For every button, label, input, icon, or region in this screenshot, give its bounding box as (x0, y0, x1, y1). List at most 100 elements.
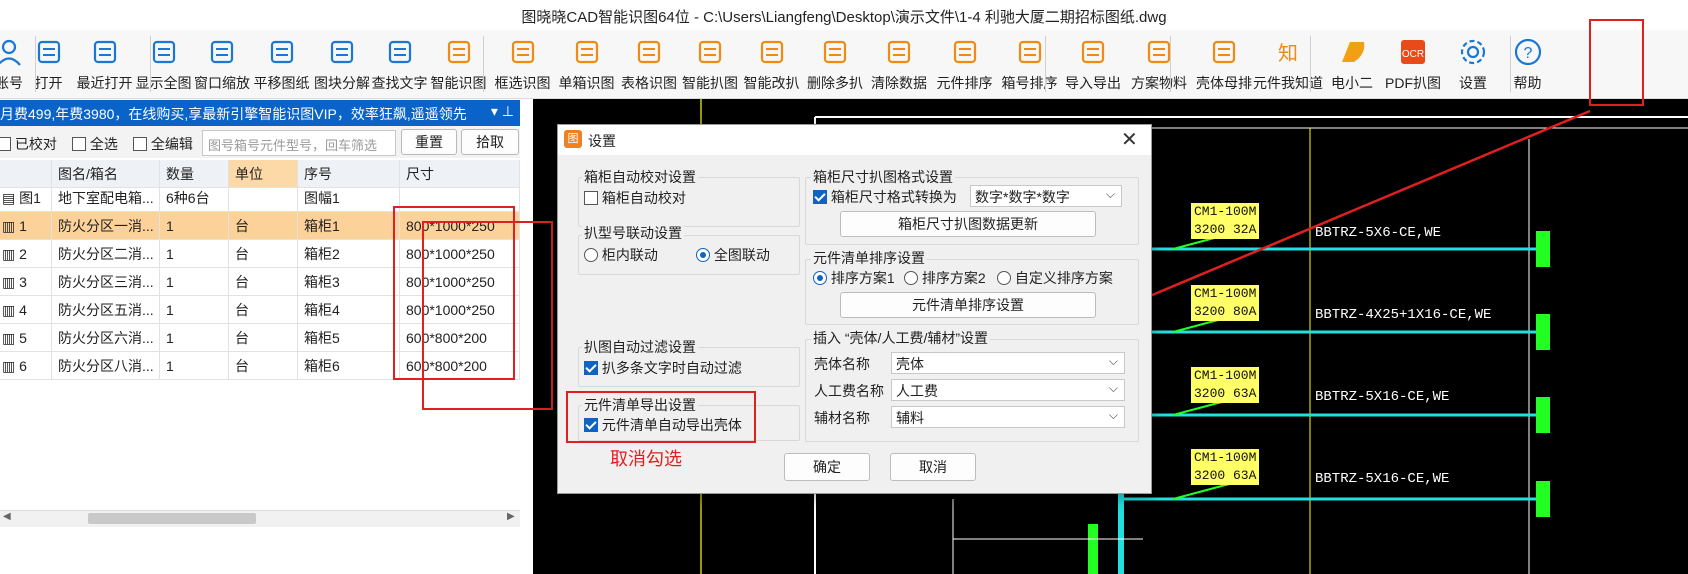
toolbar-button-3[interactable]: 最近打开 (75, 30, 134, 98)
pin-icon[interactable]: ▾ ⊥ (491, 103, 514, 120)
help-icon: ? (1512, 36, 1544, 68)
toolbar-button-13[interactable]: 智能扒图 (680, 30, 740, 98)
breaker-rating: 3200 63A (1194, 468, 1257, 483)
sort-group-title: 元件清单排序设置 (811, 248, 927, 268)
checkbox-checked[interactable] (584, 361, 598, 375)
pick-button[interactable]: 拾取 (461, 129, 519, 155)
toolbar-separator (1045, 36, 1046, 92)
chevron-down-icon: ⌵ (1108, 408, 1118, 422)
link-option-inner[interactable]: 柜内联动 (584, 245, 658, 265)
breaker-label[interactable]: CM1-100M 3200 63A (1191, 367, 1260, 403)
sort-option-2[interactable]: 排序方案2 (904, 268, 986, 288)
dialog-titlebar: 图 设置 ✕ (558, 125, 1151, 155)
settings-dialog: 图 设置 ✕ 箱柜自动校对设置 箱柜自动校对 扒型号联动设置 柜内联动 全图联动… (557, 124, 1152, 494)
breaker-label[interactable]: CM1-100M 3200 63A (1191, 449, 1260, 485)
breaker-label[interactable]: CM1-100M 3200 32A (1191, 203, 1260, 239)
checkbox-checked[interactable] (813, 190, 827, 204)
sort-settings-button[interactable]: 元件清单排序设置 (840, 292, 1096, 318)
toolbar-button-14[interactable]: 智能改扒 (740, 30, 803, 98)
cabinet-icon: ▥ (2, 302, 20, 318)
radio[interactable] (584, 248, 598, 262)
scroll-left-icon[interactable]: ◀ (3, 511, 11, 522)
checked-filter[interactable]: 已校对 (0, 134, 57, 154)
filter-bar: 已校对 全选 全编辑 图号箱号元件型号，回车筛选 重置 拾取 (0, 126, 520, 158)
toolbar-button-12[interactable]: 表格识图 (618, 30, 680, 98)
edit-all-label: 全编辑 (150, 136, 193, 152)
toolbar-button-19[interactable]: 导入导出 (1061, 30, 1125, 98)
select-all-filter[interactable]: 全选 (72, 134, 118, 154)
toolbar-button-25[interactable]: 设置 (1443, 30, 1503, 98)
toolbar-button-24[interactable]: OCR PDF扒图 (1383, 30, 1443, 98)
cabinet-icon: ▥ (2, 358, 20, 374)
aux-name-value: 辅料 (896, 410, 924, 426)
table-cell: 1 (160, 324, 229, 352)
promo-banner[interactable]: 月费499,年费3980，在线购买,享最新引擎智能识图VIP，效率狂飙,遥遥领先… (0, 100, 520, 126)
radio-selected[interactable] (696, 248, 710, 262)
row-number: ▥ 1 (0, 212, 52, 240)
ok-button[interactable]: 确定 (784, 453, 870, 481)
cancel-button[interactable]: 取消 (890, 453, 976, 481)
toolbar-button-7[interactable]: 图块分解 (312, 30, 372, 98)
toolbar-button-4[interactable]: 显示全图 (134, 30, 193, 98)
checkbox[interactable] (584, 191, 598, 205)
toolbar-button-10[interactable]: 框选识图 (490, 30, 555, 98)
toolbar-button-18[interactable]: 箱号排序 (998, 30, 1061, 98)
cable-label[interactable]: BBTRZ-4X25+1X16-CE,WE (1315, 307, 1491, 323)
link-option-all[interactable]: 全图联动 (696, 245, 770, 265)
toolbar-button-23[interactable]: 电小二 (1321, 30, 1383, 98)
toolbar-button-6[interactable]: 平移图纸 (251, 30, 312, 98)
toolbar-button-8[interactable]: 查找文字 (372, 30, 428, 98)
radio-selected[interactable] (813, 271, 827, 285)
breaker-label[interactable]: CM1-100M 3200 80A (1191, 285, 1260, 321)
scroll-thumb[interactable] (88, 513, 256, 524)
breaker-model: CM1-100M (1194, 450, 1257, 465)
reset-button[interactable]: 重置 (401, 129, 457, 155)
checkbox[interactable] (133, 137, 147, 151)
toolbar-button-11[interactable]: 单箱识图 (555, 30, 618, 98)
cable-label[interactable]: BBTRZ-5X6-CE,WE (1315, 225, 1441, 241)
radio[interactable] (997, 271, 1011, 285)
shell-name-select[interactable]: 壳体 ⌵ (891, 352, 1125, 374)
aux-name-select[interactable]: 辅料 ⌵ (891, 406, 1125, 428)
toolbar-button-5[interactable]: 窗口缩放 (193, 30, 251, 98)
size-format-option[interactable]: 箱柜尺寸格式转换为 (813, 187, 957, 207)
toolbar-button-16[interactable]: 清除数据 (867, 30, 931, 98)
table-cell: 地下室配电箱... (52, 184, 160, 212)
row-number: ▥ 5 (0, 324, 52, 352)
toolbar-button-21[interactable]: 壳体母排 (1193, 30, 1255, 98)
sort-option-custom[interactable]: 自定义排序方案 (997, 268, 1113, 288)
cable-label[interactable]: BBTRZ-5X16-CE,WE (1315, 471, 1449, 487)
toolbar-button-17[interactable]: 元件排序 (931, 30, 998, 98)
size-format-group-title: 箱柜尺寸扒图格式设置 (811, 167, 955, 187)
sort-option-1[interactable]: 排序方案1 (813, 268, 895, 288)
pdf-ocr-icon: OCR (1397, 36, 1429, 68)
scroll-right-icon[interactable]: ▶ (507, 511, 515, 522)
checkbox[interactable] (72, 137, 86, 151)
toolbar-button-9[interactable]: 智能识图 (427, 30, 490, 98)
toolbar-button-15[interactable]: 删除多扒 (803, 30, 867, 98)
close-icon[interactable]: ✕ (1121, 127, 1138, 152)
breaker-model: CM1-100M (1194, 286, 1257, 301)
toolbar-button-20[interactable]: 方案物料 (1125, 30, 1193, 98)
horizontal-scrollbar[interactable]: ◀ ▶ (0, 510, 520, 527)
row-number-text: 1 (19, 218, 27, 234)
auto-check-option[interactable]: 箱柜自动校对 (584, 188, 686, 208)
svg-text:知: 知 (1278, 41, 1298, 65)
search-input[interactable]: 图号箱号元件型号，回车筛选 (202, 130, 396, 156)
toolbar-button-2[interactable]: 打开 (22, 30, 75, 98)
labor-name-select[interactable]: 人工费 ⌵ (891, 379, 1125, 401)
table-cell: 台 (229, 212, 298, 240)
clear-data-icon (883, 36, 915, 68)
radio[interactable] (904, 271, 918, 285)
cable-label[interactable]: BBTRZ-5X16-CE,WE (1315, 389, 1449, 405)
toolbar-button-22[interactable]: 知元件我知道 (1253, 30, 1323, 98)
auto-filter-option[interactable]: 扒多条文字时自动过滤 (584, 358, 742, 378)
size-update-button[interactable]: 箱柜尺寸扒图数据更新 (840, 211, 1096, 237)
cabinet-icon: ▥ (2, 218, 20, 234)
edit-all-filter[interactable]: 全编辑 (133, 134, 193, 154)
size-format-select[interactable]: 数字*数字*数字 ⌵ (970, 185, 1122, 207)
row-number-text: 图1 (19, 190, 41, 206)
checkbox[interactable] (0, 137, 11, 151)
toolbar-separator (35, 36, 36, 92)
table-cell: 6种6台 (160, 184, 229, 212)
